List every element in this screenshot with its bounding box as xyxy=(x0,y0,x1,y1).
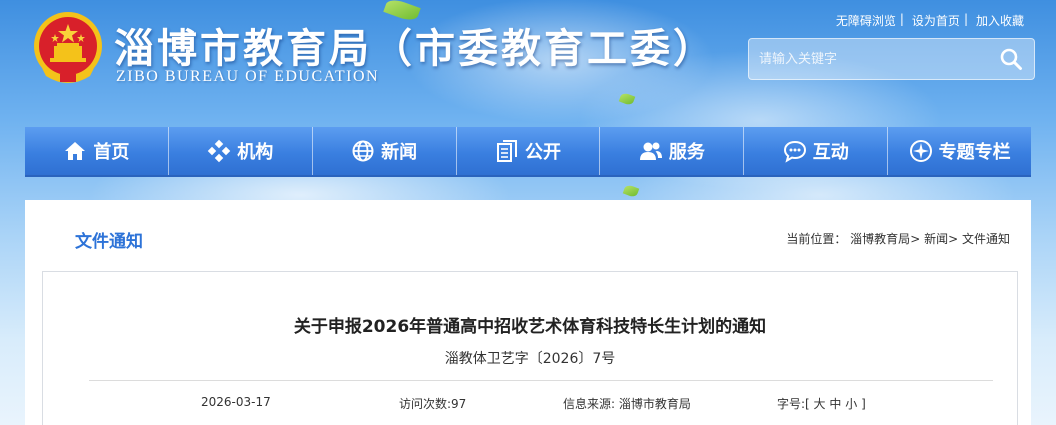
site-subtitle: ZIBO BUREAU OF EDUCATION xyxy=(116,68,380,85)
visit-count-value: 97 xyxy=(451,397,467,411)
article-title: 关于申报2026年普通高中招收艺术体育科技特长生计划的通知 xyxy=(293,317,767,337)
nav-item-label: 首页 xyxy=(93,142,130,163)
set-homepage-link[interactable]: 设为首页 xyxy=(912,12,960,29)
organization-icon xyxy=(208,139,231,163)
nav-item-interaction[interactable]: 互动 xyxy=(744,127,889,175)
divider xyxy=(89,380,993,381)
breadcrumb-prefix: 当前位置： xyxy=(786,232,847,246)
top-links: 无障碍浏览 | 设为首页 | 加入收藏 xyxy=(835,12,1024,29)
font-size-control: 字号:[ 大 中 小 ] xyxy=(777,397,866,411)
search-button[interactable] xyxy=(988,39,1034,79)
info-source-value: 淄博市教育局 xyxy=(618,397,691,411)
nav-item-label: 专题专栏 xyxy=(938,142,1011,163)
chat-icon xyxy=(783,140,806,163)
breadcrumb-home[interactable]: 淄博教育局 xyxy=(850,232,910,246)
info-source-label: 信息来源: xyxy=(563,397,616,411)
nav-item-organization[interactable]: 机构 xyxy=(169,127,313,175)
nav-item-news[interactable]: 新闻 xyxy=(313,127,457,175)
nav-item-public[interactable]: 公开 xyxy=(457,127,601,175)
breadcrumb: 当前位置： 淄博教育局> 新闻> 文件通知 xyxy=(786,232,1010,246)
users-icon xyxy=(639,142,662,160)
article: 关于申报2026年普通高中招收艺术体育科技特长生计划的通知 淄教体卫艺字〔202… xyxy=(42,271,1018,425)
font-size-small[interactable]: 小 xyxy=(845,397,857,411)
national-emblem-icon xyxy=(30,10,106,86)
nav-item-service[interactable]: 服务 xyxy=(600,127,745,175)
nav-item-label: 公开 xyxy=(525,142,561,163)
nav-item-label: 新闻 xyxy=(381,142,418,163)
add-favorite-link[interactable]: 加入收藏 xyxy=(976,12,1024,29)
leaf-decoration xyxy=(622,183,640,199)
font-size-large[interactable]: 大 xyxy=(814,397,826,411)
leaf-decoration xyxy=(618,91,636,107)
site-title: 淄博市教育局（市委教育工委） xyxy=(114,26,716,72)
section-title: 文件通知 xyxy=(75,232,143,252)
documents-icon xyxy=(497,140,517,162)
publish-date: 2026-03-17 xyxy=(201,395,271,409)
breadcrumb-news[interactable]: 新闻 xyxy=(924,232,948,246)
font-size-label: 字号: xyxy=(777,397,806,411)
info-source: 信息来源: 淄博市教育局 xyxy=(563,395,691,412)
globe-icon xyxy=(352,140,374,162)
nav-item-label: 服务 xyxy=(668,142,705,163)
search-icon xyxy=(1000,48,1022,70)
nav-item-special-topics[interactable]: 专题专栏 xyxy=(888,127,1031,175)
document-number: 淄教体卫艺字〔2026〕7号 xyxy=(444,351,616,367)
search-box xyxy=(748,38,1035,80)
font-size-medium[interactable]: 中 xyxy=(829,397,841,411)
nav-item-label: 互动 xyxy=(812,142,849,163)
main-nav: 首页 机构 新闻 公开 服务 互动 专题专栏 xyxy=(25,127,1031,177)
breadcrumb-notices[interactable]: 文件通知 xyxy=(962,232,1010,246)
nav-item-label: 机构 xyxy=(237,142,274,163)
accessibility-link[interactable]: 无障碍浏览 xyxy=(836,12,896,29)
search-input[interactable] xyxy=(749,39,988,79)
nav-item-home[interactable]: 首页 xyxy=(25,127,169,175)
visit-count-label: 访问次数: xyxy=(399,397,452,411)
home-icon xyxy=(65,142,86,160)
visit-count: 访问次数:97 xyxy=(399,395,466,412)
content-panel: 文件通知 当前位置： 淄博教育局> 新闻> 文件通知 关于申报2026年普通高中… xyxy=(25,200,1031,425)
compass-icon xyxy=(909,140,932,162)
